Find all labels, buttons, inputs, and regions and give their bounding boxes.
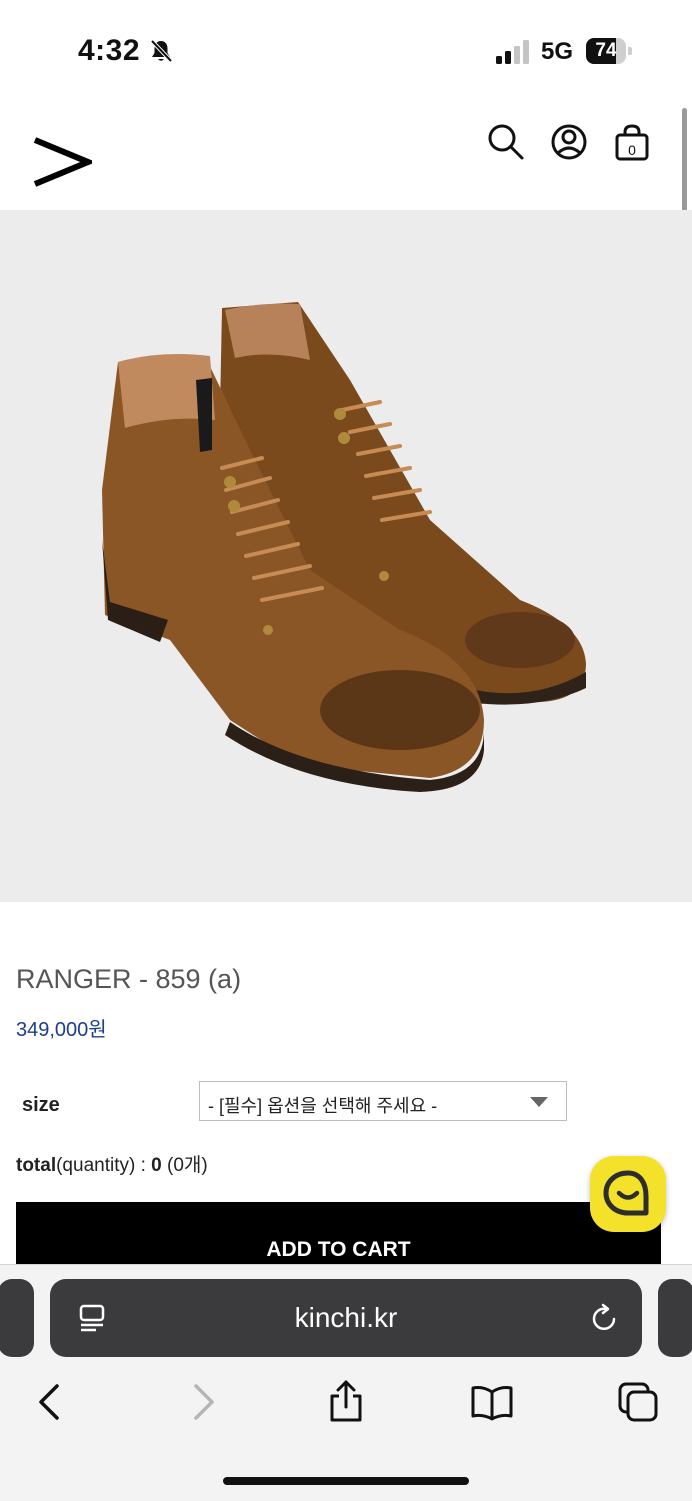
status-bar: 4:32 5G 74 [0,0,692,100]
boots-product-image [102,302,586,792]
battery-level: 74 [595,40,617,61]
chevron-right-logo[interactable] [32,132,92,192]
total-value: 0 [151,1155,162,1176]
product-image [0,210,692,902]
address-bar[interactable]: kinchi.kr [50,1279,642,1357]
dropdown-arrow-icon [530,1097,548,1107]
cart-count: 0 [628,142,636,158]
share-icon[interactable] [324,1380,368,1424]
previous-tab[interactable] [0,1279,34,1357]
total-quantity-label: (quantity) [56,1155,136,1176]
signal-icon [496,40,529,64]
network-type: 5G [541,38,574,65]
status-time: 4:32 [78,34,141,67]
forward-icon[interactable] [180,1380,224,1424]
chat-bubble-icon [603,1170,649,1216]
size-select-value: - [필수] 옵션을 선택해 주세요 - [208,1096,438,1116]
total-count: (0개) [161,1155,208,1176]
total-quantity: total(quantity) : 0 (0개) [16,1150,208,1177]
tabs-icon[interactable] [616,1380,660,1424]
next-tab[interactable] [658,1279,692,1357]
search-icon[interactable] [486,122,526,162]
size-select[interactable]: - [필수] 옵션을 선택해 주세요 - [199,1081,567,1121]
bookmarks-icon[interactable] [470,1380,514,1424]
product-price: 349,000원 [16,1019,107,1041]
add-to-cart-label: ADD TO CART [266,1238,411,1261]
url-text: kinchi.kr [294,1302,398,1333]
battery-icon: 74 [586,38,632,64]
user-icon[interactable] [549,122,589,162]
bell-slash-icon [150,39,173,63]
shopping-bag-icon[interactable]: 0 [612,122,652,162]
product-name: RANGER - 859 (a) [16,964,242,994]
total-label: total [16,1155,57,1176]
total-separator: : [135,1155,152,1176]
home-indicator [223,1477,469,1485]
reload-icon[interactable] [588,1302,620,1334]
chat-button[interactable] [590,1156,666,1232]
back-icon[interactable] [29,1380,73,1424]
add-to-cart-button[interactable]: ADD TO CART [16,1202,661,1272]
option-label: size [22,1094,60,1116]
